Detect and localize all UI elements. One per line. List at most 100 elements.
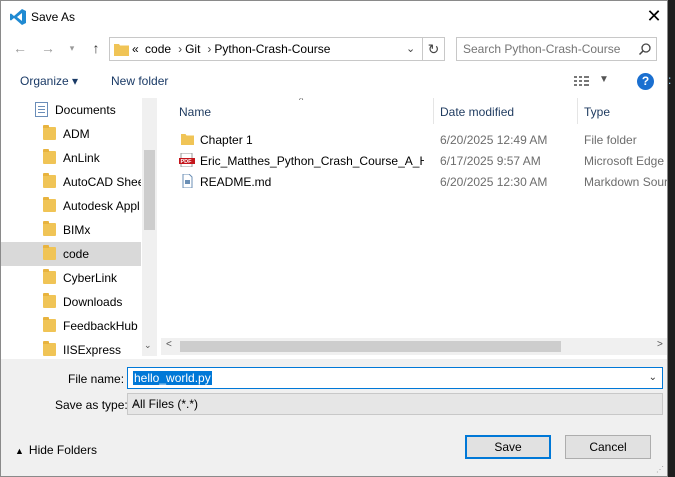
sidebar-item-autodesk-app[interactable]: Autodesk Appl [1,194,141,218]
file-name-value[interactable]: hello_world.py [133,371,212,385]
save-as-dialog: Save As ✕ ← → ▾ ↑ « code › Git › Python-Cras… [0,0,668,477]
column-header-type[interactable]: Type [584,105,610,131]
chevron-right-icon[interactable]: > [657,339,663,350]
column-divider[interactable] [577,98,578,124]
refresh-icon[interactable]: ↻ [423,37,445,61]
sidebar-item-label: AnLink [63,151,100,165]
folder-icon [181,134,194,145]
command-toolbar: Organize ▾ New folder ▼ ? [1,67,667,97]
document-icon [182,174,193,188]
sidebar-item-downloads[interactable]: Downloads [1,290,141,314]
folder-icon [43,197,56,212]
resize-grip-icon[interactable]: ⋰ [656,465,666,475]
folder-icon [43,125,56,140]
file-name-label: File name: [68,372,125,386]
column-header-name[interactable]: Name [179,105,211,131]
chevron-down-icon[interactable]: ⌄ [132,397,657,408]
file-row[interactable]: PDF Eric_Matthes_Python_Crash_Course_A_H… [161,150,667,171]
breadcrumb-item-git[interactable]: Git [185,42,200,56]
sidebar-scrollbar[interactable]: ⌄ [142,98,157,356]
folder-icon [43,173,56,188]
back-arrow-icon[interactable]: ← [11,38,29,58]
sort-ascending-icon: ^ [299,98,304,105]
sidebar-item-label: CyberLink [63,271,118,285]
folder-icon [43,245,56,260]
scrollbar-thumb[interactable] [180,341,561,352]
cancel-button[interactable]: Cancel [565,435,651,459]
recent-locations-chevron-icon[interactable]: ▾ [63,38,81,58]
folder-icon [43,269,56,284]
change-view-button[interactable]: ▼ [573,73,613,91]
sidebar-item-code[interactable]: code [1,242,141,266]
chevron-down-icon[interactable]: ⌄ [144,340,152,351]
background-editor-fragment: : [668,73,672,87]
navigation-pane: Documents ADM AnLink AutoCAD Shee Autode… [1,98,158,359]
sidebar-item-label: AutoCAD Shee [63,175,141,189]
save-as-type-label: Save as type: [55,398,128,412]
sidebar-item-iisexpress[interactable]: IISExpress [1,338,141,359]
address-bar[interactable]: « code › Git › Python-Crash-Course ⌄ [109,37,423,61]
breadcrumb-item-code[interactable]: code [145,42,171,56]
file-name-field[interactable]: hello_world.py ⌄ [127,367,663,389]
sidebar-item-bimx[interactable]: BIMx [1,218,141,242]
hide-folders-label: Hide Folders [28,443,97,457]
sidebar-item-label: BIMx [63,223,91,237]
forward-arrow-icon[interactable]: → [39,38,57,58]
chevron-down-icon[interactable]: ⌄ [406,42,420,56]
folder-icon [43,149,56,164]
folder-icon [114,44,129,56]
scrollbar-thumb[interactable] [144,150,155,230]
file-name: Eric_Matthes_Python_Crash_Course_A_H... [200,154,424,168]
navigation-bar: ← → ▾ ↑ « code › Git › Python-Crash-Course ⌄… [1,35,667,63]
window-title: Save As [31,10,76,24]
sidebar-item-cyberlink[interactable]: CyberLink [1,266,141,290]
vscode-icon [10,9,26,25]
file-list: ^ Name Date modified Type Chapter 1 6/20… [161,98,668,359]
search-icon [638,43,651,56]
view-list-icon [574,76,589,86]
new-folder-button[interactable]: New folder [111,74,168,88]
breadcrumb-separator-icon[interactable]: › [178,42,182,56]
sidebar-item-adm[interactable]: ADM [1,122,141,146]
sidebar-item-documents[interactable]: Documents [1,98,141,122]
sidebar-item-label: Autodesk Appl [63,199,140,213]
breadcrumb-separator-icon[interactable]: › [207,42,211,56]
save-button[interactable]: Save [465,435,551,459]
file-list-horizontal-scrollbar[interactable]: < > [161,338,667,355]
title-bar: Save As ✕ [1,1,667,33]
sidebar-item-label: code [63,247,90,261]
file-row[interactable]: Chapter 1 6/20/2025 12:49 AM File folder [161,129,667,150]
search-box[interactable] [456,37,657,61]
folder-icon [43,317,56,332]
chevron-up-icon: ▲ [15,446,24,456]
save-options-panel: File name: hello_world.py ⌄ Save as type… [1,359,667,476]
breadcrumb: « code › Git › Python-Crash-Course [132,42,333,56]
sidebar-item-label: Documents [55,103,116,117]
save-as-type-select[interactable]: All Files (*.*) ⌄ [127,393,663,415]
column-header-date-modified[interactable]: Date modified [440,105,514,131]
documents-icon [35,102,48,117]
sidebar-item-autocad-sheets[interactable]: AutoCAD Shee [1,170,141,194]
column-divider[interactable] [433,98,434,124]
close-button[interactable]: ✕ [639,1,667,32]
sidebar-item-feedbackhub[interactable]: FeedbackHub [1,314,141,338]
sidebar-item-anlink[interactable]: AnLink [1,146,141,170]
organize-button[interactable]: Organize ▾ [20,74,78,88]
breadcrumb-item-python-crash-course[interactable]: Python-Crash-Course [214,42,330,56]
file-row[interactable]: README.md 6/20/2025 12:30 AM Markdown So… [161,171,668,192]
search-input[interactable] [463,39,633,59]
svg-text:PDF: PDF [181,159,193,165]
sidebar-item-label: IISExpress [63,343,122,357]
up-arrow-icon[interactable]: ↑ [87,38,105,58]
folder-icon [43,341,56,356]
help-icon[interactable]: ? [637,73,654,90]
file-name: Chapter 1 [200,133,253,147]
sidebar-item-label: Downloads [63,295,123,309]
chevron-left-icon[interactable]: < [166,339,172,350]
breadcrumb-overflow[interactable]: « [132,42,139,56]
chevron-down-icon[interactable]: ⌄ [649,372,657,383]
hide-folders-button[interactable]: ▲ Hide Folders [15,443,97,457]
folder-icon [43,221,56,236]
file-type: Markdown Sour [584,175,668,189]
file-type: File folder [584,133,637,147]
